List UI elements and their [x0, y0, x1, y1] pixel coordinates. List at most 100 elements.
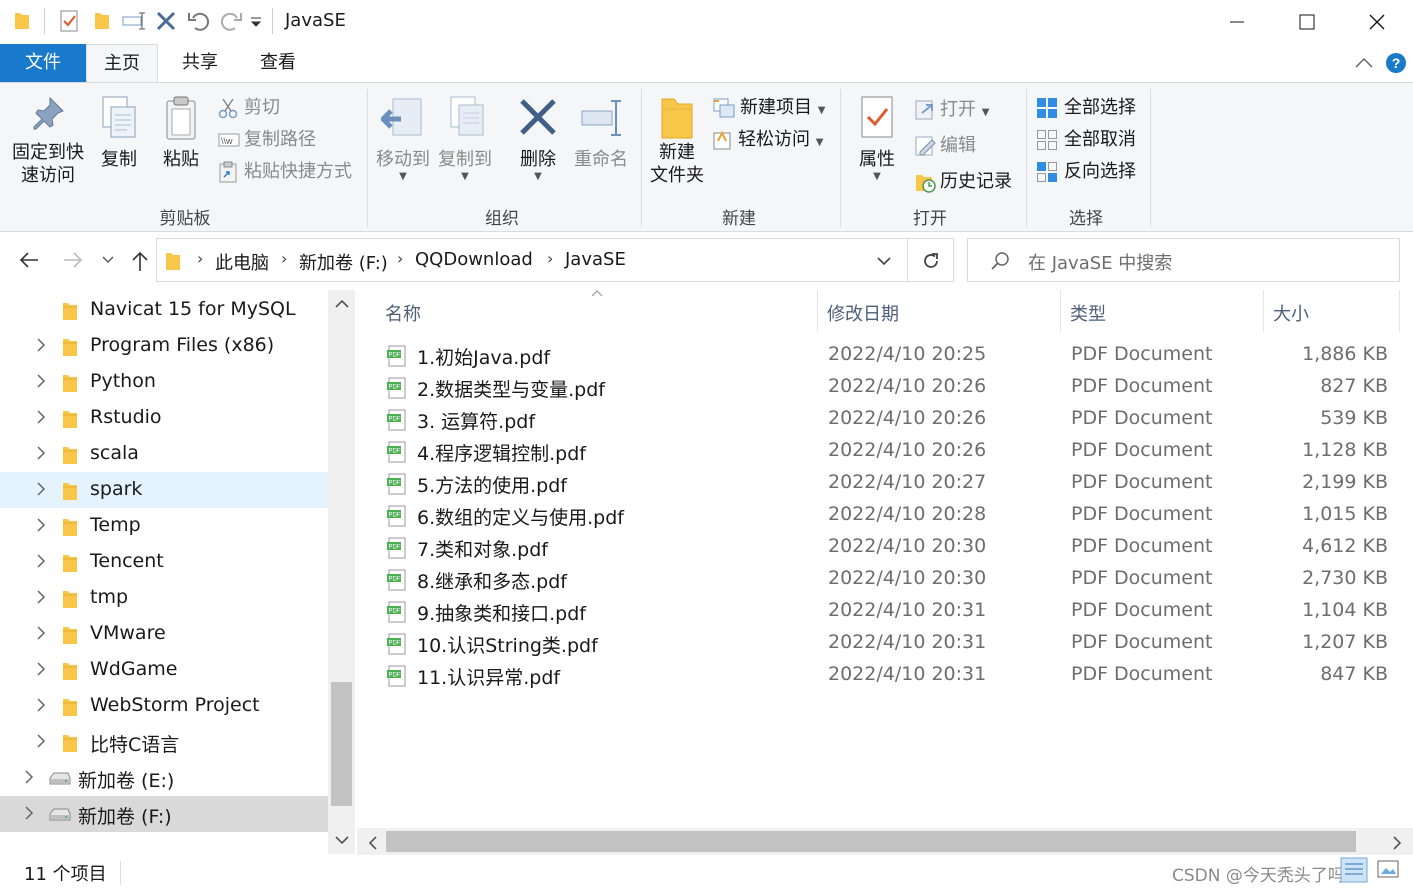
- rename-button[interactable]: 重命名: [570, 91, 632, 171]
- undo-icon[interactable]: [188, 10, 210, 32]
- column-header-type[interactable]: 类型: [1070, 300, 1106, 326]
- chevron-right-icon[interactable]: [36, 589, 46, 605]
- up-icon[interactable]: [130, 250, 150, 272]
- breadcrumb-drive-f[interactable]: 新加卷 (F:): [299, 249, 388, 275]
- nav-item[interactable]: Navicat 15 for MySQL: [0, 292, 328, 328]
- search-box[interactable]: 在 JavaSE 中搜索: [967, 238, 1400, 282]
- open-button[interactable]: 打开 ▼: [914, 95, 989, 121]
- chevron-right-icon[interactable]: [24, 805, 34, 821]
- address-history-icon[interactable]: [877, 257, 891, 266]
- customize-toolbar-icon[interactable]: [250, 16, 262, 28]
- file-row[interactable]: PDF 7.类和对象.pdf 2022/4/10 20:30 PDF Document…: [377, 532, 1407, 564]
- file-row[interactable]: PDF 5.方法的使用.pdf 2022/4/10 20:27 PDF Documen…: [377, 468, 1407, 500]
- rename-icon[interactable]: [122, 10, 146, 32]
- column-header-size[interactable]: 大小: [1273, 300, 1309, 326]
- delete-icon[interactable]: [156, 10, 176, 32]
- copy-button[interactable]: 复制: [96, 91, 142, 171]
- breadcrumb-javase[interactable]: JavaSE: [565, 249, 626, 270]
- maximize-button[interactable]: [1272, 0, 1342, 44]
- help-icon[interactable]: ?: [1385, 52, 1407, 74]
- move-to-button[interactable]: 移动到 ▼: [374, 91, 432, 182]
- select-all-button[interactable]: 全部选择: [1036, 93, 1136, 119]
- chevron-right-icon[interactable]: [36, 337, 46, 353]
- column-header-name[interactable]: 名称: [385, 300, 421, 326]
- back-icon[interactable]: [18, 250, 40, 270]
- file-row[interactable]: PDF 8.继承和多态.pdf 2022/4/10 20:30 PDF Documen…: [377, 564, 1407, 596]
- file-row[interactable]: PDF 3. 运算符.pdf 2022/4/10 20:26 PDF Document…: [377, 404, 1407, 436]
- nav-scrollbar-thumb[interactable]: [331, 682, 352, 806]
- properties-icon[interactable]: [60, 10, 78, 32]
- chevron-right-icon[interactable]: [36, 733, 46, 749]
- chevron-right-icon[interactable]: [36, 373, 46, 389]
- file-row[interactable]: PDF 2.数据类型与变量.pdf 2022/4/10 20:26 PDF Docum…: [377, 372, 1407, 404]
- details-view-icon[interactable]: [1340, 857, 1368, 883]
- nav-item[interactable]: Program Files (x86): [0, 328, 328, 364]
- nav-item[interactable]: WebStorm Project: [0, 688, 328, 724]
- paste-shortcut-button[interactable]: 粘贴快捷方式: [218, 157, 352, 183]
- chevron-right-icon[interactable]: [36, 517, 46, 533]
- new-folder-icon[interactable]: [94, 10, 110, 30]
- scroll-down-icon[interactable]: [335, 836, 349, 846]
- chevron-right-icon[interactable]: [36, 481, 46, 497]
- scroll-right-icon[interactable]: [1393, 836, 1403, 850]
- nav-item[interactable]: Rstudio: [0, 400, 328, 436]
- nav-item[interactable]: 比特C语言: [0, 724, 328, 760]
- easy-access-button[interactable]: 轻松访问 ▼: [712, 125, 823, 151]
- redo-icon[interactable]: [220, 10, 242, 32]
- file-row[interactable]: PDF 10.认识String类.pdf 2022/4/10 20:31 PDF Do…: [377, 628, 1407, 660]
- minimize-button[interactable]: [1202, 0, 1272, 44]
- file-row[interactable]: PDF 6.数组的定义与使用.pdf 2022/4/10 20:28 PDF Docu…: [377, 500, 1407, 532]
- file-row[interactable]: PDF 11.认识异常.pdf 2022/4/10 20:31 PDF Documen…: [377, 660, 1407, 692]
- file-row[interactable]: PDF 1.初始Java.pdf 2022/4/10 20:25 PDF Docume…: [377, 340, 1407, 372]
- chevron-right-icon[interactable]: [36, 661, 46, 677]
- chevron-right-icon[interactable]: [36, 409, 46, 425]
- nav-item[interactable]: Python: [0, 364, 328, 400]
- large-icons-view-icon[interactable]: [1376, 859, 1400, 881]
- nav-scrollbar[interactable]: [328, 290, 355, 854]
- paste-button[interactable]: 粘贴: [158, 91, 204, 171]
- properties-button[interactable]: 属性 ▼: [852, 91, 902, 182]
- copy-path-button[interactable]: \\w 复制路径: [218, 125, 316, 151]
- tab-home[interactable]: 主页: [86, 44, 158, 83]
- new-item-button[interactable]: 新建项目 ▼: [712, 93, 825, 119]
- select-none-button[interactable]: 全部取消: [1036, 125, 1136, 151]
- breadcrumb-qqdownload[interactable]: QQDownload: [415, 249, 533, 270]
- chevron-right-icon[interactable]: [36, 553, 46, 569]
- chevron-right-icon[interactable]: [36, 697, 46, 713]
- file-row[interactable]: PDF 9.抽象类和接口.pdf 2022/4/10 20:31 PDF Docume…: [377, 596, 1407, 628]
- forward-icon[interactable]: [62, 250, 84, 270]
- recent-locations-icon[interactable]: [102, 256, 114, 264]
- nav-item[interactable]: VMware: [0, 616, 328, 652]
- address-bar[interactable]: › 此电脑 › 新加卷 (F:) › QQDownload › JavaSE: [156, 238, 908, 282]
- refresh-button[interactable]: [908, 238, 954, 282]
- nav-item[interactable]: WdGame: [0, 652, 328, 688]
- invert-selection-button[interactable]: 反向选择: [1036, 157, 1136, 183]
- delete-button[interactable]: 删除 ▼: [512, 91, 564, 182]
- nav-item[interactable]: 新加卷 (F:): [0, 796, 328, 832]
- tab-share[interactable]: 共享: [162, 44, 238, 82]
- nav-item[interactable]: tmp: [0, 580, 328, 616]
- nav-item[interactable]: spark: [0, 472, 328, 508]
- history-button[interactable]: 历史记录: [914, 167, 1012, 193]
- nav-item[interactable]: 新加卷 (E:): [0, 760, 328, 796]
- collapse-ribbon-icon[interactable]: [1355, 56, 1373, 68]
- chevron-right-icon[interactable]: [36, 625, 46, 641]
- breadcrumb-this-pc[interactable]: 此电脑: [215, 249, 269, 275]
- copy-to-button[interactable]: 复制到 ▼: [436, 91, 494, 182]
- file-row[interactable]: PDF 4.程序逻辑控制.pdf 2022/4/10 20:26 PDF Docume…: [377, 436, 1407, 468]
- pin-quick-access-button[interactable]: 固定到快 速访问: [12, 91, 84, 187]
- horizontal-scrollbar[interactable]: [357, 828, 1413, 855]
- new-folder-button[interactable]: 新建 文件夹: [646, 91, 708, 187]
- nav-item[interactable]: Temp: [0, 508, 328, 544]
- nav-item[interactable]: scala: [0, 436, 328, 472]
- close-button[interactable]: [1342, 0, 1412, 44]
- column-header-date[interactable]: 修改日期: [827, 300, 899, 326]
- scroll-left-icon[interactable]: [367, 836, 377, 850]
- scroll-up-icon[interactable]: [335, 298, 349, 308]
- edit-button[interactable]: 编辑: [914, 131, 976, 157]
- cut-button[interactable]: 剪切: [218, 93, 280, 119]
- chevron-right-icon[interactable]: [24, 769, 34, 785]
- tab-view[interactable]: 查看: [240, 44, 316, 82]
- nav-item[interactable]: Tencent: [0, 544, 328, 580]
- horizontal-scrollbar-thumb[interactable]: [386, 831, 1356, 852]
